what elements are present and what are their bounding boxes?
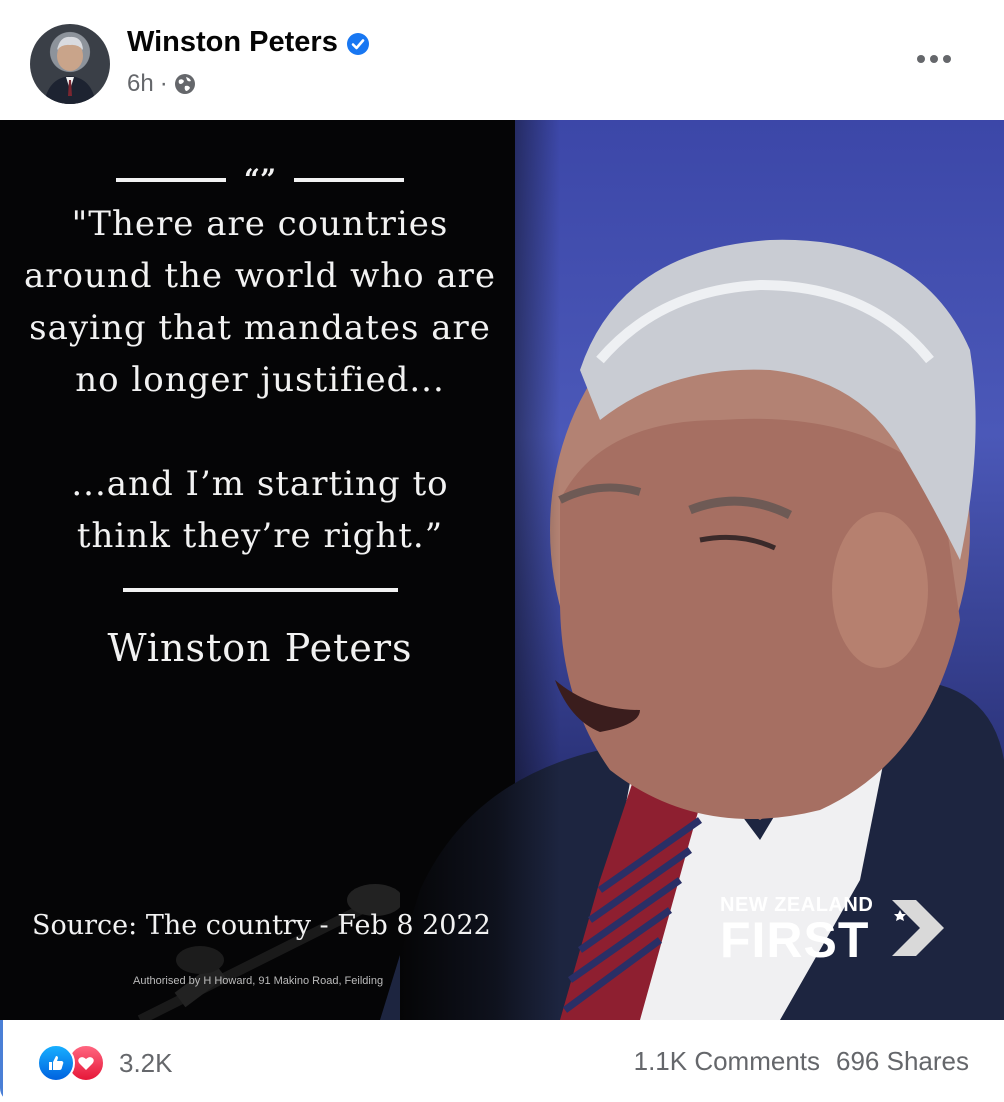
engagement-counts: 1.1K Comments 696 Shares [634,1046,969,1077]
nz-first-logo: NEW ZEALAND FIRST [720,894,944,968]
post-meta: 6h · [127,70,196,98]
more-dot [943,55,951,63]
quote-top-rule: “” [20,163,500,196]
globe-icon[interactable] [174,73,196,95]
meta-separator: · [159,70,168,97]
like-icon [37,1044,75,1082]
verified-badge-icon [346,31,370,55]
logo-chevron-icon [892,900,944,956]
quote-paragraph-1: "There are countries around the world wh… [23,204,497,400]
quote-paragraph-2: ...and I’m starting to think they’re rig… [71,464,449,556]
divider-line [294,178,405,182]
more-options-icon[interactable] [914,44,954,74]
facebook-post: Winston Peters 6h · “” "There are countr… [0,0,1004,1102]
more-dot [930,55,938,63]
quote-source: Source: The country - Feb 8 2022 [32,910,491,941]
quote-author: Winston Peters [107,626,413,670]
post-header: Winston Peters 6h · [0,0,1004,120]
quote-block: “” "There are countries around the world… [20,160,500,671]
author-name[interactable]: Winston Peters [127,26,338,59]
comments-count[interactable]: 1.1K Comments [634,1046,820,1077]
post-footer: 3.2K 1.1K Comments 696 Shares [0,1020,1004,1102]
post-image[interactable]: “” "There are countries around the world… [0,120,1004,1020]
quote-text: "There are countries around the world wh… [20,198,500,562]
more-dot [917,55,925,63]
author-avatar[interactable] [30,24,110,104]
divider-line [115,178,226,182]
post-time[interactable]: 6h [127,70,154,98]
logo-bottom-text: FIRST [720,912,870,968]
quote-bottom-divider [122,588,398,592]
authorisation-statement: Authorised by H Howard, 91 Makino Road, … [133,975,384,987]
author-name-row: Winston Peters [127,26,370,59]
shares-count[interactable]: 696 Shares [836,1046,969,1077]
reaction-count: 3.2K [119,1047,173,1078]
reaction-summary[interactable]: 3.2K [37,1044,173,1082]
quote-mark: “” [243,163,277,196]
